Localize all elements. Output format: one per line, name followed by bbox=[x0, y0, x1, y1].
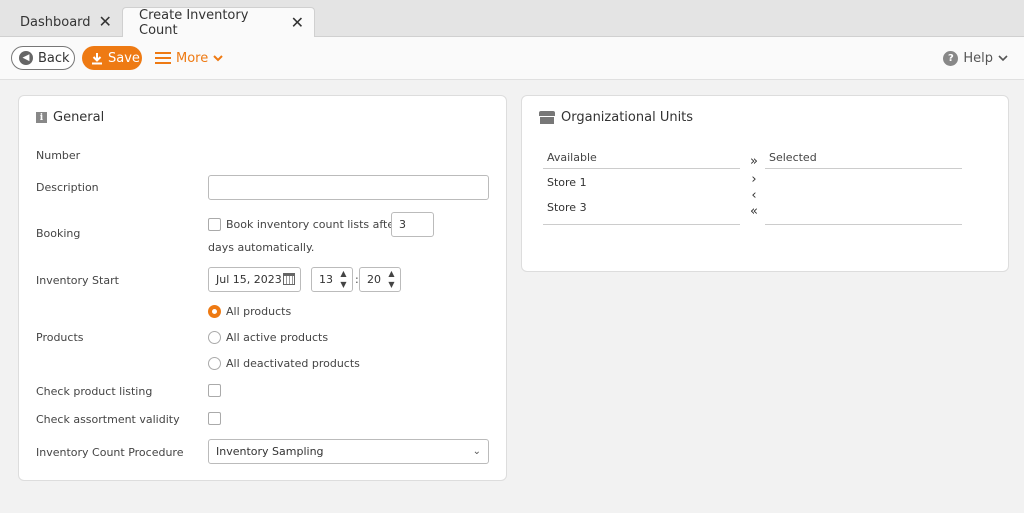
check-assortment-label: Check assortment validity bbox=[36, 413, 180, 426]
help-label: Help bbox=[963, 50, 993, 66]
divider bbox=[543, 224, 740, 225]
general-panel: i General Number Description Booking Boo… bbox=[18, 95, 507, 481]
hour-value: 13 bbox=[319, 273, 333, 286]
list-icon bbox=[155, 52, 171, 64]
start-date-input[interactable]: Jul 15, 2023 bbox=[208, 267, 301, 292]
products-label: Products bbox=[36, 331, 84, 344]
start-date-value: Jul 15, 2023 bbox=[216, 273, 282, 286]
hour-stepper[interactable]: 13 ▲ ▼ bbox=[311, 267, 353, 292]
chevron-down-icon: ⌄ bbox=[472, 446, 481, 457]
more-label: More bbox=[176, 50, 209, 66]
divider bbox=[765, 168, 962, 169]
org-units-title-text: Organizational Units bbox=[561, 110, 694, 125]
procedure-select[interactable]: Inventory Sampling ⌄ bbox=[208, 439, 489, 464]
tab-dashboard[interactable]: Dashboard ✕ bbox=[10, 7, 122, 37]
procedure-value: Inventory Sampling bbox=[216, 445, 324, 458]
move-all-left-button[interactable]: « bbox=[747, 204, 761, 219]
info-icon: i bbox=[36, 112, 47, 123]
tab-label: Create Inventory Count bbox=[139, 8, 249, 38]
arrow-left-icon: ◀ bbox=[19, 51, 33, 65]
calendar-icon[interactable] bbox=[283, 273, 295, 285]
radio-all-deactivated-products[interactable] bbox=[208, 357, 221, 370]
store-icon bbox=[539, 111, 555, 124]
booking-checkbox-text: Book inventory count lists after bbox=[226, 218, 399, 231]
chevron-down-icon bbox=[998, 54, 1008, 61]
radio-all-products[interactable] bbox=[208, 305, 221, 318]
booking-days-value: 3 bbox=[399, 218, 406, 231]
save-button[interactable]: Save bbox=[82, 46, 142, 70]
booking-suffix: days automatically. bbox=[208, 241, 315, 254]
procedure-label: Inventory Count Procedure bbox=[36, 446, 184, 459]
check-listing-label: Check product listing bbox=[36, 385, 153, 398]
help-button[interactable]: ? Help bbox=[943, 48, 1008, 68]
back-label: Back bbox=[38, 50, 70, 66]
list-item[interactable]: Store 1 bbox=[547, 176, 587, 189]
tab-create-inventory-count[interactable]: Create Inventory Count ✕ bbox=[122, 7, 315, 38]
tab-label: Dashboard bbox=[20, 14, 91, 30]
stepper-arrows-icon[interactable]: ▲ ▼ bbox=[338, 269, 349, 290]
divider bbox=[765, 224, 962, 225]
move-left-button[interactable]: ‹ bbox=[747, 188, 761, 203]
stepper-arrows-icon[interactable]: ▲ ▼ bbox=[386, 269, 397, 290]
radio-all-products-label: All products bbox=[226, 305, 292, 318]
description-label: Description bbox=[36, 181, 99, 194]
more-button[interactable]: More bbox=[155, 48, 223, 68]
general-title-text: General bbox=[53, 110, 105, 125]
download-icon bbox=[92, 52, 102, 64]
number-label: Number bbox=[36, 149, 81, 162]
chevron-down-icon bbox=[213, 54, 223, 61]
divider bbox=[543, 168, 740, 169]
booking-checkbox[interactable] bbox=[208, 218, 221, 231]
minute-value: 20 bbox=[367, 273, 381, 286]
booking-days-input[interactable]: 3 bbox=[391, 212, 434, 237]
org-units-title: Organizational Units bbox=[539, 110, 693, 125]
move-all-right-button[interactable]: » bbox=[747, 154, 761, 169]
radio-all-active-products-label: All active products bbox=[226, 331, 329, 344]
check-listing-checkbox[interactable] bbox=[208, 384, 221, 397]
question-icon: ? bbox=[943, 50, 959, 66]
check-assortment-checkbox[interactable] bbox=[208, 412, 221, 425]
minute-stepper[interactable]: 20 ▲ ▼ bbox=[359, 267, 401, 292]
tab-bar: Dashboard ✕ Create Inventory Count ✕ bbox=[0, 0, 1024, 38]
close-icon[interactable]: ✕ bbox=[291, 15, 304, 31]
general-title: i General bbox=[36, 110, 104, 125]
save-label: Save bbox=[108, 50, 140, 66]
radio-all-active-products[interactable] bbox=[208, 331, 221, 344]
inventory-start-label: Inventory Start bbox=[36, 274, 119, 287]
back-button[interactable]: ◀ Back bbox=[11, 46, 75, 70]
move-right-button[interactable]: › bbox=[747, 172, 761, 187]
toolbar: ◀ Back Save More ? Help bbox=[0, 37, 1024, 80]
radio-all-deactivated-products-label: All deactivated products bbox=[226, 357, 360, 370]
selected-header: Selected bbox=[769, 151, 817, 164]
close-icon[interactable]: ✕ bbox=[99, 14, 112, 30]
org-units-panel: Organizational Units Available Selected … bbox=[521, 95, 1009, 272]
list-item[interactable]: Store 3 bbox=[547, 201, 587, 214]
available-header: Available bbox=[547, 151, 597, 164]
booking-label: Booking bbox=[36, 227, 81, 240]
description-input[interactable] bbox=[208, 175, 489, 200]
